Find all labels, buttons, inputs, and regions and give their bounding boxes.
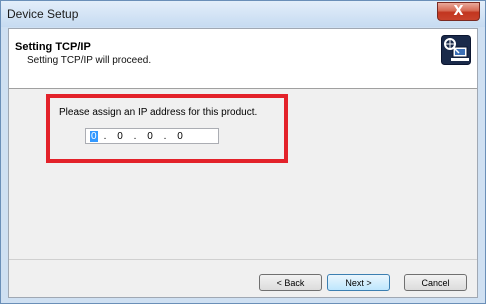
ip-prompt-label: Please assign an IP address for this pro… bbox=[59, 107, 258, 118]
cancel-button-label: Cancel bbox=[421, 277, 450, 288]
close-button[interactable]: X bbox=[437, 2, 480, 21]
page-title: Setting TCP/IP bbox=[15, 41, 91, 53]
network-computer-icon bbox=[441, 35, 471, 65]
title-bar[interactable]: Device Setup X bbox=[1, 1, 485, 27]
ip-separator: . bbox=[133, 130, 137, 142]
ip-octet-3[interactable]: 0 bbox=[140, 131, 160, 142]
back-button[interactable]: < Back bbox=[259, 274, 322, 291]
ip-separator: . bbox=[163, 130, 167, 142]
next-button-label: Next > bbox=[345, 277, 372, 288]
back-button-label: < Back bbox=[276, 277, 305, 288]
device-setup-window: Device Setup X Setting TCP/IP Setting TC… bbox=[0, 0, 486, 304]
wizard-footer: < Back Next > Cancel bbox=[9, 259, 477, 298]
ip-address-input[interactable]: 0 . 0 . 0 . 0 bbox=[85, 128, 219, 144]
wizard-client-area: Setting TCP/IP Setting TCP/IP will proce… bbox=[8, 28, 478, 298]
next-button[interactable]: Next > bbox=[327, 274, 390, 291]
ip-octet-2[interactable]: 0 bbox=[110, 131, 130, 142]
close-icon: X bbox=[453, 4, 464, 19]
page-subtitle: Setting TCP/IP will proceed. bbox=[27, 55, 152, 66]
ip-separator: . bbox=[103, 130, 107, 142]
ip-octet-1[interactable]: 0 bbox=[90, 130, 100, 142]
wizard-header: Setting TCP/IP Setting TCP/IP will proce… bbox=[9, 29, 477, 89]
ip-octet-4[interactable]: 0 bbox=[170, 131, 190, 142]
window-title: Device Setup bbox=[7, 7, 79, 21]
wizard-body: Please assign an IP address for this pro… bbox=[9, 89, 477, 257]
cancel-button[interactable]: Cancel bbox=[404, 274, 467, 291]
